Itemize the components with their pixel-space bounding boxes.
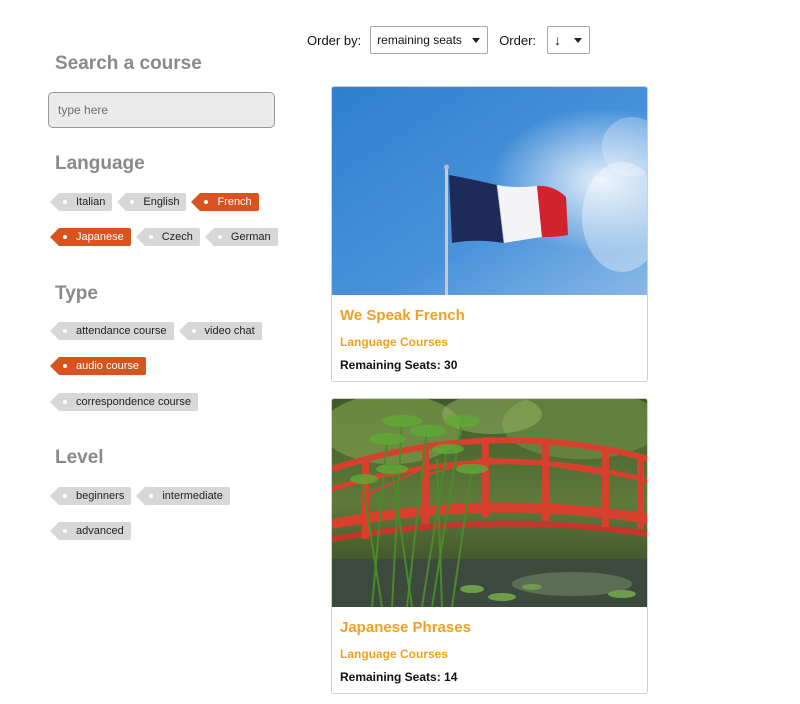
course-search-page: Order by: remaining seats Order: ↓ Searc… <box>0 0 800 704</box>
tag-french[interactable]: French <box>191 193 259 211</box>
caret-down-icon <box>472 38 481 43</box>
search-input[interactable] <box>48 92 275 128</box>
tag-czech[interactable]: Czech <box>135 228 200 246</box>
tag-video-chat[interactable]: video chat <box>178 322 262 340</box>
language-title: Language <box>55 153 145 174</box>
search-title: Search a course <box>55 53 202 74</box>
order-direction-select[interactable]: ↓ <box>547 26 591 54</box>
tag-german[interactable]: German <box>204 228 278 246</box>
tag-english[interactable]: English <box>117 193 187 211</box>
order-by-value: remaining seats <box>377 33 462 47</box>
order-bar: Order by: remaining seats Order: ↓ <box>307 25 591 55</box>
course-seats: Remaining Seats: 14 <box>340 670 458 684</box>
order-direction-label: Order: <box>499 32 537 48</box>
level-tags-row-1: beginners intermediate <box>49 487 237 505</box>
type-title: Type <box>55 283 98 304</box>
order-by-select[interactable]: remaining seats <box>370 26 489 54</box>
order-by-label: Order by: <box>307 32 362 48</box>
course-card[interactable]: We Speak French Language Courses Remaini… <box>331 86 648 382</box>
type-tags-row-3: correspondence course <box>50 393 205 411</box>
tag-advanced[interactable]: advanced <box>50 522 131 540</box>
language-tags-row-1: Italian English French <box>49 193 266 211</box>
language-tags-row-2: Japanese Czech German <box>50 228 285 246</box>
tag-intermediate[interactable]: intermediate <box>136 487 230 505</box>
course-seats: Remaining Seats: 30 <box>340 358 458 372</box>
tag-correspondence-course[interactable]: correspondence course <box>50 393 198 411</box>
caret-down-icon <box>574 38 583 43</box>
type-tags-row-2: audio course <box>50 357 153 375</box>
level-title: Level <box>55 447 104 468</box>
level-tags-row-2: advanced <box>50 522 138 540</box>
tag-beginners[interactable]: beginners <box>49 487 132 505</box>
course-title[interactable]: Japanese Phrases <box>340 619 471 636</box>
type-tags-row-1: attendance course video chat <box>50 322 269 340</box>
order-direction-value: ↓ <box>554 32 562 48</box>
tag-japanese[interactable]: Japanese <box>50 228 131 246</box>
french-flag-photo <box>332 87 647 295</box>
tag-attendance-course[interactable]: attendance course <box>50 322 174 340</box>
course-card[interactable]: Japanese Phrases Language Courses Remain… <box>331 398 648 694</box>
japanese-bridge-photo-drawing <box>332 399 647 607</box>
japanese-bridge-photo <box>332 399 647 607</box>
tag-italian[interactable]: Italian <box>49 193 113 211</box>
course-title[interactable]: We Speak French <box>340 307 465 324</box>
french-flag-photo-drawing <box>332 87 647 295</box>
tag-audio-course[interactable]: audio course <box>50 357 146 375</box>
course-category: Language Courses <box>340 647 449 661</box>
course-category: Language Courses <box>340 335 449 349</box>
